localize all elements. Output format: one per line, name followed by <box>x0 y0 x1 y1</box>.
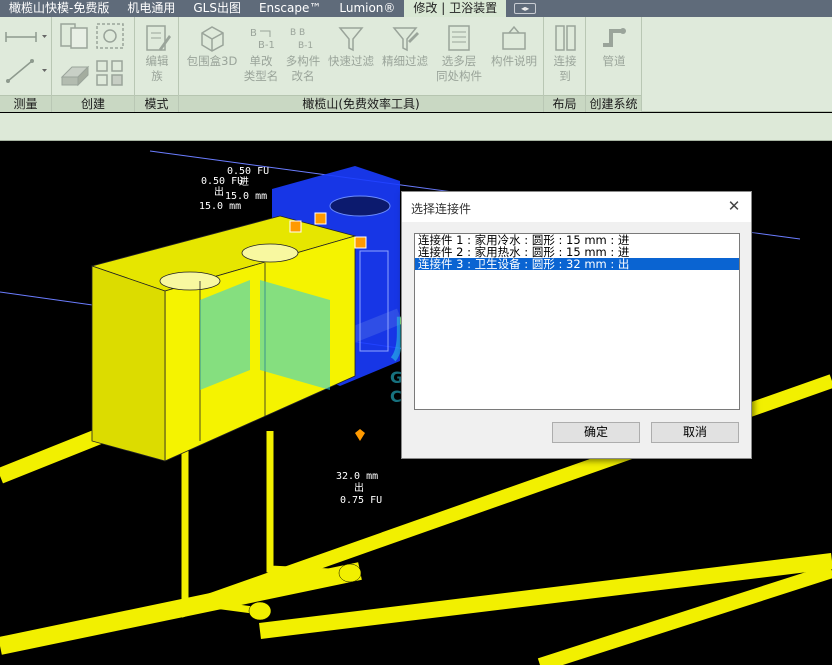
annotation-bottom-mm: 32.0 mm <box>336 471 379 482</box>
annotation-out: 出 <box>214 187 224 198</box>
tab-mep-general[interactable]: 机电通用 <box>118 0 184 17</box>
annotation-fu-mid: 0.50 FU <box>201 176 244 187</box>
svg-text:B-1: B-1 <box>258 40 275 51</box>
fine-filter-button[interactable]: 精细过滤 <box>377 23 433 69</box>
create-group-icon[interactable] <box>94 21 128 51</box>
pipe-fitting[interactable] <box>248 601 272 621</box>
funnel-icon <box>338 27 364 52</box>
panel-create-system: 管道 创建系统 <box>586 17 642 112</box>
pipe-system-icon <box>603 28 626 47</box>
panel-title-measure: 测量 <box>0 95 51 112</box>
component-description-button[interactable]: 构件说明 <box>485 23 543 69</box>
connector-marker[interactable] <box>314 212 327 225</box>
ribbon: 测量 创建 编辑 族 模式 包围盒3D B B-1 单改 类型名 B B B-1… <box>0 17 832 112</box>
create-similar-icon[interactable] <box>58 21 92 51</box>
connector-marker[interactable] <box>354 236 367 249</box>
multi-rename-icon: B B B-1 <box>290 28 313 51</box>
ok-button[interactable]: 确定 <box>552 422 640 443</box>
close-icon[interactable]: ✕ <box>725 197 743 215</box>
panel-mode: 编辑 族 模式 <box>135 17 179 112</box>
create-assembly-icon[interactable] <box>94 57 128 89</box>
connect-to-button[interactable]: 连接 到 <box>545 23 585 84</box>
bbox3d-icon <box>201 26 224 52</box>
pipe-fitting[interactable] <box>338 563 362 583</box>
edit-family-icon <box>146 25 171 51</box>
tab-lumion[interactable]: Lumion® <box>330 0 404 17</box>
options-bar <box>0 113 832 141</box>
rename-b1-icon: B B-1 <box>250 28 275 51</box>
tab-olive-quick-model[interactable]: 橄榄山快模-免费版 <box>0 0 118 17</box>
basin-opening <box>329 195 391 217</box>
connector-listbox[interactable]: 连接件 1 : 家用冷水 : 圆形 : 15 mm : 进 连接件 2 : 家用… <box>414 233 740 410</box>
bbox3d-button[interactable]: 包围盒3D <box>183 23 241 69</box>
fine-funnel-icon <box>392 27 419 52</box>
panel-create: 创建 <box>52 17 135 112</box>
annotation-bottom-out: 出 <box>354 483 364 494</box>
svg-text:B: B <box>250 28 257 39</box>
panel-title-olive: 橄榄山(免费效率工具) <box>179 95 543 112</box>
component-desc-icon <box>502 25 526 50</box>
tab-modify-plumbing-fixture[interactable]: 修改 | 卫浴装置 <box>404 0 507 17</box>
panel-measure: 测量 <box>0 17 52 112</box>
cabinet-side <box>91 265 166 462</box>
basin-opening <box>159 271 221 291</box>
measure-along-element-icon[interactable] <box>4 57 48 85</box>
svg-text:B B: B B <box>290 28 305 38</box>
select-multi-level-button[interactable]: 选多层 同处构件 <box>433 23 485 84</box>
change-type-name-button[interactable]: B B-1 单改 类型名 <box>239 23 283 84</box>
tab-enscape[interactable]: Enscape™ <box>250 0 330 17</box>
dialog-body: 连接件 1 : 家用冷水 : 圆形 : 15 mm : 进 连接件 2 : 家用… <box>402 222 751 458</box>
annotation-mm-b: 15.0 mm <box>199 201 242 212</box>
measure-aligned-icon[interactable] <box>4 27 48 47</box>
panel-layout: 连接 到 布局 <box>544 17 586 112</box>
ribbon-minimize-toggle-icon[interactable]: ◂▸ <box>514 3 537 14</box>
panel-title-layout: 布局 <box>544 95 585 112</box>
edit-family-button[interactable]: 编辑 族 <box>137 23 177 84</box>
layers-list-icon <box>448 25 470 51</box>
multi-rename-button[interactable]: B B B-1 多构件 改名 <box>281 23 325 84</box>
panel-olive-tools: 包围盒3D B B-1 单改 类型名 B B B-1 多构件 改名 快速过滤 精… <box>179 17 544 112</box>
basin-opening <box>241 243 299 263</box>
panel-title-create-system: 创建系统 <box>586 95 641 112</box>
panel-title-mode: 模式 <box>135 95 178 112</box>
drain-connector-marker[interactable] <box>355 429 365 441</box>
pipe-front-left[interactable] <box>0 562 362 655</box>
pipe-button[interactable]: 管道 <box>592 23 636 69</box>
connect-to-icon <box>555 25 576 51</box>
tab-gls-drawing[interactable]: GLS出图 <box>184 0 250 17</box>
ribbon-tab-bar: 橄榄山快模-免费版 机电通用 GLS出图 Enscape™ Lumion® 修改… <box>0 0 832 17</box>
dialog-titlebar[interactable]: 选择连接件 ✕ <box>402 192 751 222</box>
list-item-selected[interactable]: 连接件 3 : 卫生设备 : 圆形 : 32 mm : 出 <box>415 258 739 270</box>
cancel-button[interactable]: 取消 <box>651 422 739 443</box>
connector-marker[interactable] <box>289 220 302 233</box>
quick-filter-button[interactable]: 快速过滤 <box>323 23 379 69</box>
select-connector-dialog: 选择连接件 ✕ 连接件 1 : 家用冷水 : 圆形 : 15 mm : 进 连接… <box>401 191 752 459</box>
annotation-bottom-fu: 0.75 FU <box>340 495 383 506</box>
dialog-title: 选择连接件 <box>411 202 472 216</box>
create-parts-icon[interactable] <box>58 57 92 89</box>
svg-text:B-1: B-1 <box>298 41 313 51</box>
panel-title-create: 创建 <box>52 95 134 112</box>
